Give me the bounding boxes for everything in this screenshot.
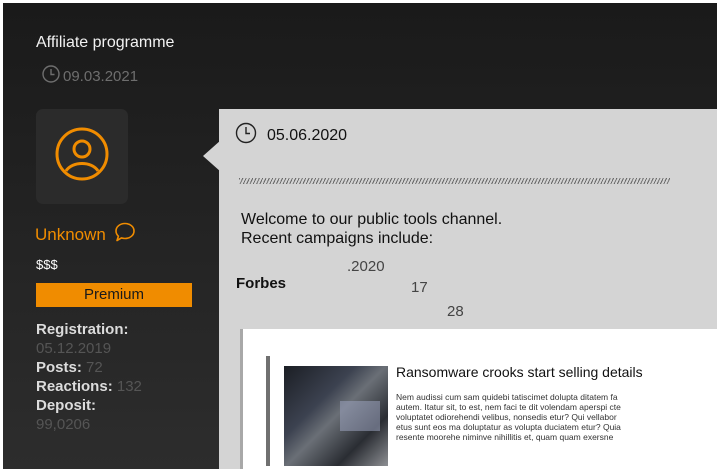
embedded-article[interactable]: Ransomware crooks start selling details … (240, 329, 717, 469)
stat-posts-label: Posts: (36, 359, 82, 376)
excerpt-line: etus sunt eos ma doluptatur as volupta d… (396, 422, 621, 432)
premium-badge: Premium (36, 283, 192, 307)
article-card[interactable]: Ransomware crooks start selling details … (266, 356, 717, 466)
user-rank: $$$ (36, 257, 58, 272)
post-text-line: Recent campaigns include: (241, 230, 434, 247)
username-row: Unknown (35, 221, 136, 248)
stat-posts-value: 72 (86, 359, 103, 376)
article-title[interactable]: Ransomware crooks start selling details (396, 364, 643, 380)
post-body: 05.06.2020 Welcome to our public tools c… (219, 109, 717, 469)
campaign-forbes: Forbes (236, 275, 287, 292)
username[interactable]: Unknown (35, 225, 106, 245)
stat-reactions-value: 132 (116, 378, 142, 395)
message-bubble-icon[interactable] (114, 221, 136, 248)
thread-date: 09.03.2021 (63, 68, 139, 85)
user-stats: Registration: 05.12.2019 Posts: 72 React… (36, 320, 142, 434)
user-avatar-icon (52, 124, 112, 189)
clock-icon (42, 65, 60, 88)
stat-deposit-value: 99,0206 (36, 416, 91, 433)
thread-date-row: 09.03.2021 (42, 65, 138, 88)
campaign-fragment-17: 17 (411, 279, 428, 296)
post-date: 05.06.2020 (267, 126, 348, 144)
excerpt-line: autem. Itatur sit, to est, nem faci te d… (396, 402, 621, 412)
post-text-line: Welcome to our public tools channel. (241, 211, 503, 228)
stat-registration-value: 05.12.2019 (36, 340, 112, 357)
article-thumbnail[interactable] (284, 366, 388, 466)
post-text: Welcome to our public tools channel. Rec… (241, 210, 502, 248)
excerpt-line: voluptatet odiorehendi velibus, nonsedis… (396, 412, 617, 422)
stat-deposit: Deposit: 99,0206 (36, 396, 142, 434)
stat-reactions-label: Reactions: (36, 378, 113, 395)
forum-thread-panel: Affiliate programme 09.03.2021 Unknown $… (3, 3, 717, 469)
stat-posts: Posts: 72 (36, 358, 142, 377)
screenshot-frame: Affiliate programme 09.03.2021 Unknown $… (0, 0, 720, 472)
clock-icon (235, 122, 257, 149)
article-excerpt: Nem audissi cum sam quidebi tatiscimet d… (396, 392, 716, 442)
campaign-fragment-year: .2020 (347, 258, 385, 275)
excerpt-line: Nem audissi cum sam quidebi tatiscimet d… (396, 392, 618, 402)
campaign-fragment-28: 28 (447, 303, 464, 320)
avatar[interactable] (36, 109, 128, 204)
thread-title[interactable]: Affiliate programme (36, 34, 174, 52)
stat-registration: Registration: 05.12.2019 (36, 320, 142, 358)
post-date-row: 05.06.2020 (235, 122, 347, 149)
stat-deposit-label: Deposit: (36, 397, 96, 414)
stat-registration-label: Registration: (36, 321, 129, 338)
divider (239, 178, 670, 184)
excerpt-line: resente moorehe niminve nihillitis et, q… (396, 432, 614, 442)
stat-reactions: Reactions: 132 (36, 377, 142, 396)
